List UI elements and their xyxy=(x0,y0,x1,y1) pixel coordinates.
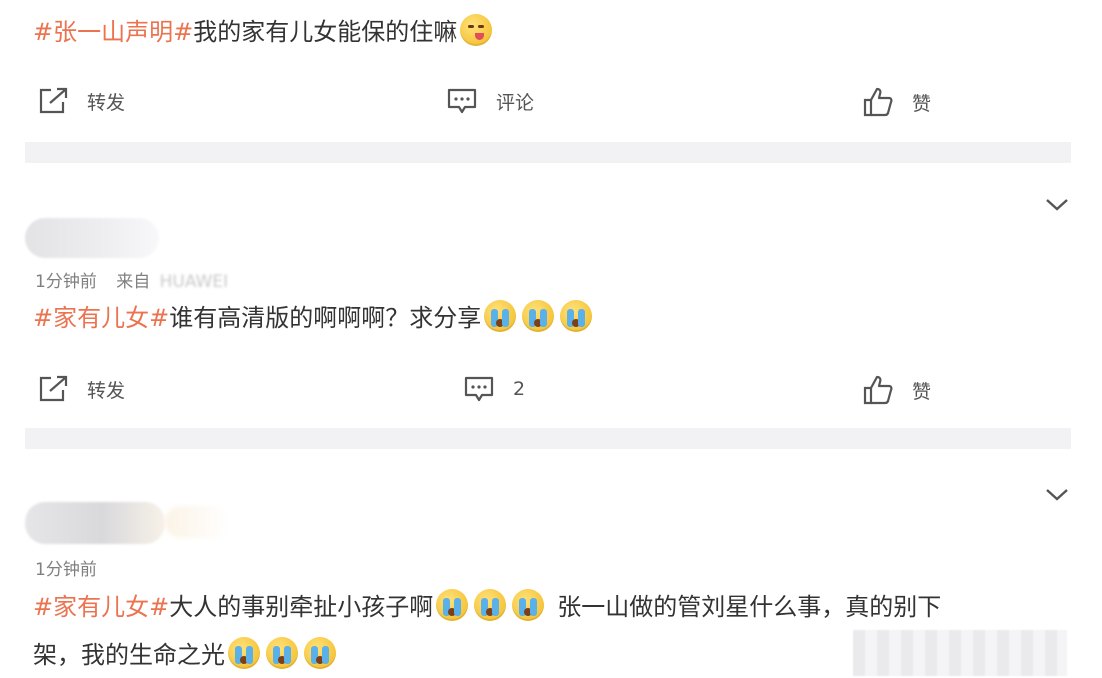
post-2-menu[interactable] xyxy=(1044,196,1070,218)
post-3-menu[interactable] xyxy=(1044,486,1070,508)
post-2-comment-button[interactable]: 2 xyxy=(463,374,525,404)
post-2-hashtag[interactable]: #家有儿女# xyxy=(33,304,169,332)
like-label: 赞 xyxy=(912,380,932,403)
post-3-avatar-name-blurred[interactable] xyxy=(25,502,165,544)
post-separator xyxy=(25,142,1071,163)
comment-label: 评论 xyxy=(496,91,535,114)
post-2-body: 谁有高清版的啊啊啊？求分享 xyxy=(169,304,482,332)
chevron-down-icon xyxy=(1046,199,1068,211)
crying-emoji xyxy=(436,589,469,621)
crying-emoji xyxy=(560,300,593,332)
post-1-text: #张一山声明#我的家有儿女能保的住嘛 xyxy=(33,14,495,49)
crying-emoji xyxy=(304,637,336,669)
post-1-comment-button[interactable]: 评论 xyxy=(446,86,534,116)
comment-icon xyxy=(447,88,477,114)
post-1-repost-button[interactable]: 转发 xyxy=(37,86,125,116)
post-2-source: HUAWEI xyxy=(159,272,229,292)
like-icon xyxy=(863,87,893,117)
crying-emoji xyxy=(266,637,298,669)
post-3-text-line-1: #家有儿女#大人的事别牵扯小孩子啊 张一山做的管刘星什么事，真的别下 xyxy=(33,589,941,624)
post-3-body-line-2: 架，我的生命之光 xyxy=(33,641,225,669)
post-2-time: 1分钟前 xyxy=(35,272,97,292)
like-label: 赞 xyxy=(912,92,932,115)
repost-label: 转发 xyxy=(87,379,126,402)
post-3-meta: 1分钟前 xyxy=(35,555,97,580)
crying-emoji xyxy=(484,300,517,332)
post-2-source-fade xyxy=(250,262,370,288)
crying-emoji xyxy=(522,300,555,332)
post-1-body: 我的家有儿女能保的住嘛 xyxy=(193,18,458,46)
post-3-text-line-2: 架，我的生命之光 xyxy=(33,637,339,672)
post-1-like-button[interactable]: 赞 xyxy=(862,86,931,118)
post-3-body-part-2: 张一山做的管刘星什么事，真的别下 xyxy=(557,593,942,621)
watermark-mosaic xyxy=(853,630,1067,676)
comment-icon xyxy=(464,376,494,402)
post-2-text: #家有儿女#谁有高清版的啊啊啊？求分享 xyxy=(33,300,595,335)
post-3-body-part-1: 大人的事别牵扯小孩子啊 xyxy=(169,593,434,621)
post-separator xyxy=(25,428,1071,449)
chevron-down-icon xyxy=(1046,489,1068,501)
post-1-hashtag[interactable]: #张一山声明# xyxy=(33,18,193,46)
post-3-time: 1分钟前 xyxy=(35,560,97,580)
licking-emoji xyxy=(460,14,493,46)
comment-count: 2 xyxy=(513,378,526,400)
repost-icon xyxy=(39,87,68,114)
post-2-repost-button[interactable]: 转发 xyxy=(37,374,125,404)
post-2-avatar-name-blurred[interactable] xyxy=(25,218,159,258)
post-2-like-button[interactable]: 赞 xyxy=(862,374,931,406)
repost-icon xyxy=(39,375,68,402)
like-icon xyxy=(863,375,893,405)
crying-emoji xyxy=(228,637,260,669)
post-2-source-prefix: 来自 xyxy=(116,272,151,292)
post-3-hashtag[interactable]: #家有儿女# xyxy=(33,593,169,621)
crying-emoji xyxy=(512,589,545,621)
post-3-name-fade xyxy=(165,506,230,538)
repost-label: 转发 xyxy=(87,91,126,114)
post-2-meta: 1分钟前 来自 HUAWEI xyxy=(35,267,228,292)
crying-emoji xyxy=(474,589,507,621)
